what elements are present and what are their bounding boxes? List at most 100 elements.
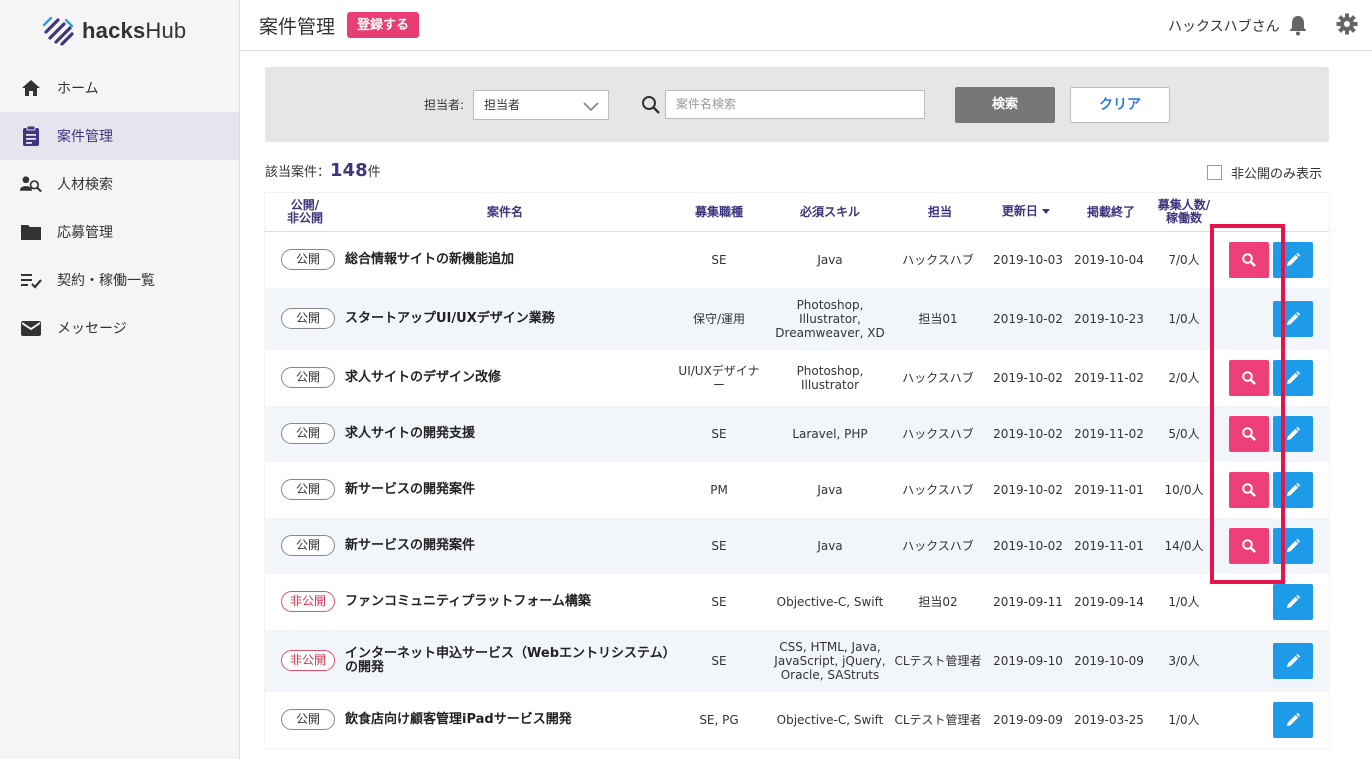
table-header: 公開/ 非公開 案件名 募集職種 必須スキル 担当 更新日 掲載終了 募集人数/… [265,193,1329,232]
cell-count: 7/0人 [1168,253,1200,267]
cell-end: 2019-10-04 [1074,253,1144,267]
cell-owner: ハックスハブ [902,539,974,553]
logo[interactable]: hacksHub [42,16,186,46]
search-input[interactable]: 案件名検索 [665,90,925,119]
cell-role: UI/UXデザイナ ー [678,364,760,392]
pencil-icon [1287,712,1301,726]
sort-desc-icon [1042,209,1051,214]
clear-button[interactable]: クリア [1070,87,1170,123]
sidebar-item-projects[interactable]: 案件管理 [0,112,239,160]
table-row: 非公開 インターネット申込サービス（Webエントリシステム） の開発 SE CSS, … [265,630,1329,692]
status-badge: 公開 [281,308,335,329]
sidebar-item-applications[interactable]: 応募管理 [0,208,239,256]
cell-updated: 2019-10-02 [993,371,1063,385]
header-status[interactable]: 公開/ 非公開 [281,199,329,225]
person-search-icon [20,173,42,195]
mail-icon [20,317,42,339]
header-updated[interactable]: 更新日 [991,205,1061,218]
hackshub-logo-icon [42,16,74,46]
sidebar-item-label: 案件管理 [57,129,113,145]
header-end[interactable]: 掲載終了 [1076,206,1146,219]
clipboard-icon [20,125,42,147]
cell-title[interactable]: 総合情報サイトの新機能追加 [345,253,514,267]
sidebar-item-talent-search[interactable]: 人材検索 [0,160,239,208]
status-badge: 非公開 [281,650,335,671]
cell-title[interactable]: 新サービスの開発案件 [345,483,475,497]
sidebar-item-contracts[interactable]: 契約・稼働一覧 [0,256,239,304]
sidebar-item-label: 契約・稼働一覧 [57,273,155,289]
edit-button[interactable] [1273,643,1313,679]
edit-button[interactable] [1273,360,1313,396]
pencil-icon [1287,653,1301,667]
cell-count: 1/0人 [1168,713,1200,727]
user-name[interactable]: ハックスハブさん [1168,16,1280,36]
chevron-down-icon [582,97,600,125]
bell-icon[interactable] [1288,14,1308,40]
cell-count: 3/0人 [1168,654,1200,668]
owner-select-value: 担当者 [484,98,521,112]
cell-skills: Objective-C, Swift [776,713,884,727]
sidebar-item-home[interactable]: ホーム [0,64,239,112]
table-row: 公開 求人サイトのデザイン改修 UI/UXデザイナ ー Photoshop, Illu… [265,350,1329,406]
edit-button[interactable] [1273,301,1313,337]
search-icon [641,95,661,119]
result-count: 該当案件：148件 [265,160,381,181]
cell-title[interactable]: 新サービスの開発案件 [345,539,475,553]
header-role[interactable]: 募集職種 [677,206,761,219]
cell-title[interactable]: 飲食店向け顧客管理iPadサービス開発 [345,713,572,727]
list-check-icon [20,269,42,291]
edit-button[interactable] [1273,242,1313,278]
private-only-toggle[interactable]: 非公開のみ表示 [1207,163,1322,182]
pencil-icon [1287,594,1301,608]
status-badge: 公開 [281,535,335,556]
header-owner[interactable]: 担当 [905,206,975,219]
header-skills[interactable]: 必須スキル [780,206,880,219]
cell-updated: 2019-10-02 [993,483,1063,497]
cell-owner: 担当01 [918,312,958,326]
cell-role: PM [710,483,728,497]
cell-skills: Objective-C, Swift [776,595,884,609]
pencil-icon [1287,482,1301,496]
header-count[interactable]: 募集人数/ 稼働数 [1149,199,1219,225]
cell-title[interactable]: ファンコミュニティプラットフォーム構築 [345,595,591,609]
cell-role: SE [711,539,727,553]
view-button[interactable] [1229,416,1269,452]
cell-title[interactable]: インターネット申込サービス（Webエントリシステム） の開発 [345,647,676,675]
cell-end: 2019-11-01 [1074,483,1144,497]
sidebar-item-label: 応募管理 [57,225,113,241]
top-bar: 案件管理 登録する ハックスハブさん [240,0,1372,51]
pencil-icon [1287,538,1301,552]
register-button[interactable]: 登録する [347,12,420,38]
status-badge: 公開 [281,423,335,444]
cell-title[interactable]: 求人サイトのデザイン改修 [345,371,501,385]
cell-title[interactable]: スタートアップUI/UXデザイン業務 [345,312,555,326]
view-button[interactable] [1229,360,1269,396]
view-button[interactable] [1229,242,1269,278]
sidebar-item-label: メッセージ [57,321,127,337]
home-icon [20,77,42,99]
edit-button[interactable] [1273,584,1313,620]
cell-end: 2019-09-14 [1074,595,1144,609]
cell-title[interactable]: 求人サイトの開発支援 [345,427,475,441]
view-button[interactable] [1229,528,1269,564]
search-button[interactable]: 検索 [955,87,1055,123]
cell-role: SE [711,654,727,668]
search-icon [1242,371,1256,385]
header-title[interactable]: 案件名 [455,206,555,219]
table-row: 公開 飲食店向け顧客管理iPadサービス開発 SE, PG Objective-C, … [265,692,1329,748]
edit-button[interactable] [1273,528,1313,564]
edit-button[interactable] [1273,472,1313,508]
cell-skills: Photoshop, Illustrator, Dreamweaver, XD [775,298,885,340]
gear-icon[interactable] [1336,13,1358,39]
edit-button[interactable] [1273,702,1313,738]
view-button[interactable] [1229,472,1269,508]
cell-updated: 2019-10-02 [993,427,1063,441]
pencil-icon [1287,311,1301,325]
cell-skills: Java [817,539,843,553]
owner-select[interactable]: 担当者 [473,90,609,120]
search-icon [1242,253,1256,267]
sidebar-item-messages[interactable]: メッセージ [0,304,239,352]
private-only-checkbox[interactable] [1207,165,1222,180]
edit-button[interactable] [1273,416,1313,452]
cell-end: 2019-10-09 [1074,654,1144,668]
